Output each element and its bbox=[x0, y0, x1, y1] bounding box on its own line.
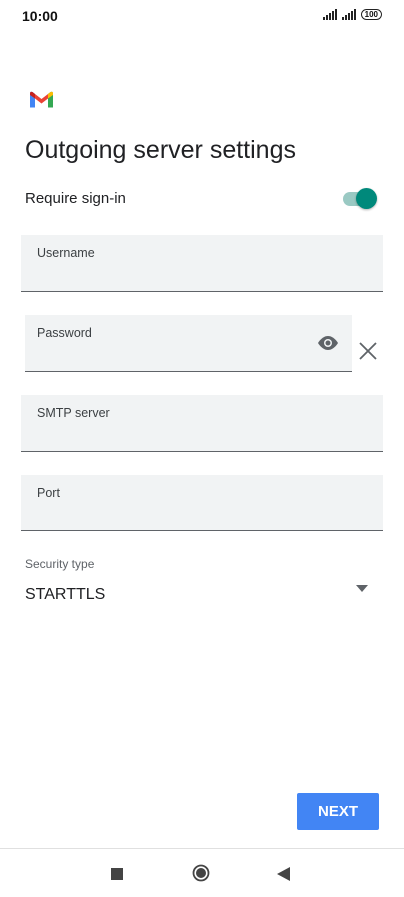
username-label: Username bbox=[37, 246, 95, 260]
next-button[interactable]: NEXT bbox=[297, 793, 379, 830]
require-signin-label: Require sign-in bbox=[25, 190, 126, 207]
battery-icon: 100 bbox=[360, 9, 382, 20]
signal-icon bbox=[322, 9, 337, 20]
back-icon[interactable] bbox=[277, 867, 290, 881]
recents-icon[interactable] bbox=[111, 868, 123, 880]
gmail-logo bbox=[30, 91, 53, 108]
eye-icon[interactable] bbox=[316, 334, 340, 352]
page-title: Outgoing server settings bbox=[25, 136, 296, 164]
security-type-label: Security type bbox=[25, 557, 95, 571]
password-field[interactable]: Password bbox=[25, 315, 352, 372]
status-time: 10:00 bbox=[22, 8, 58, 24]
dropdown-arrow-icon[interactable] bbox=[356, 585, 368, 592]
security-type-select[interactable]: STARTTLS bbox=[25, 586, 105, 604]
status-icons: 100 bbox=[322, 9, 382, 20]
signal-icon bbox=[341, 9, 356, 20]
port-label: Port bbox=[37, 486, 60, 500]
port-field[interactable]: Port bbox=[21, 475, 383, 531]
nav-divider bbox=[0, 848, 404, 849]
password-label: Password bbox=[37, 326, 92, 340]
close-icon[interactable] bbox=[357, 340, 379, 362]
toggle-thumb bbox=[356, 188, 377, 209]
status-bar: 10:00 100 bbox=[0, 0, 404, 34]
username-field[interactable]: Username bbox=[21, 235, 383, 292]
smtp-server-label: SMTP server bbox=[37, 406, 110, 420]
smtp-server-field[interactable]: SMTP server bbox=[21, 395, 383, 452]
require-signin-toggle[interactable] bbox=[341, 188, 377, 209]
home-icon[interactable] bbox=[192, 864, 210, 882]
